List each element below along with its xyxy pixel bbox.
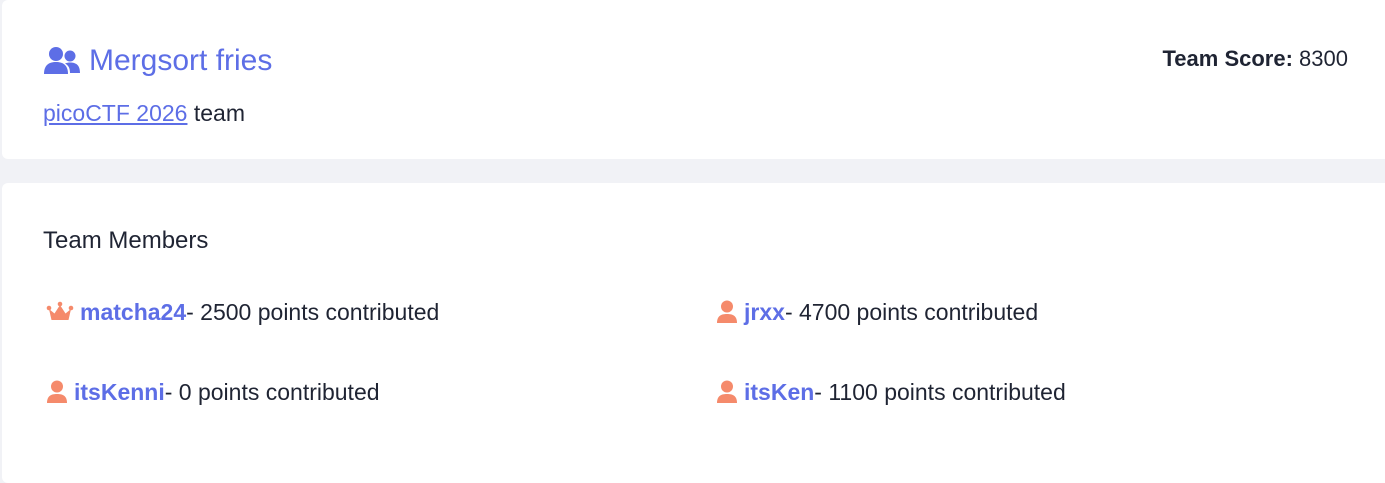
team-sub-suffix: team — [187, 100, 245, 126]
competition-link[interactable]: picoCTF 2026 — [43, 100, 187, 126]
team-title: Mergsort fries — [43, 42, 272, 80]
team-name: Mergsort fries — [89, 44, 273, 77]
member-points: - 2500 points contributed — [186, 299, 440, 325]
member-name-link[interactable]: itsKen — [744, 377, 814, 407]
member-points: - 4700 points contributed — [784, 299, 1039, 325]
user-icon — [46, 380, 68, 404]
crown-icon — [46, 301, 74, 323]
team-score-value: 8300 — [1299, 46, 1348, 71]
member-item: itsKenni - 0 points contributed — [46, 377, 380, 407]
member-item: itsKen - 1100 points contributed — [716, 377, 1066, 407]
team-members-heading: Team Members — [43, 227, 209, 254]
member-name-link[interactable]: matcha24 — [80, 297, 186, 327]
team-score-label: Team Score: — [1162, 46, 1293, 71]
user-icon — [716, 300, 738, 324]
member-name-link[interactable]: jrxx — [744, 297, 785, 327]
member-item: jrxx - 4700 points contributed — [716, 297, 1038, 327]
team-score: Team Score: 8300 — [1163, 44, 1349, 74]
member-points: - 1100 points contributed — [814, 379, 1066, 405]
member-name-link[interactable]: itsKenni — [74, 377, 165, 407]
member-points: - 0 points contributed — [164, 379, 380, 405]
team-members-card: Team Members matcha24 - 2500 points cont… — [2, 183, 1385, 483]
team-subtitle: picoCTF 2026 team — [43, 98, 245, 128]
users-icon — [43, 45, 81, 77]
member-item: matcha24 - 2500 points contributed — [46, 297, 439, 327]
user-icon — [716, 380, 738, 404]
team-header-card: Mergsort fries picoCTF 2026 team Team Sc… — [2, 0, 1385, 159]
